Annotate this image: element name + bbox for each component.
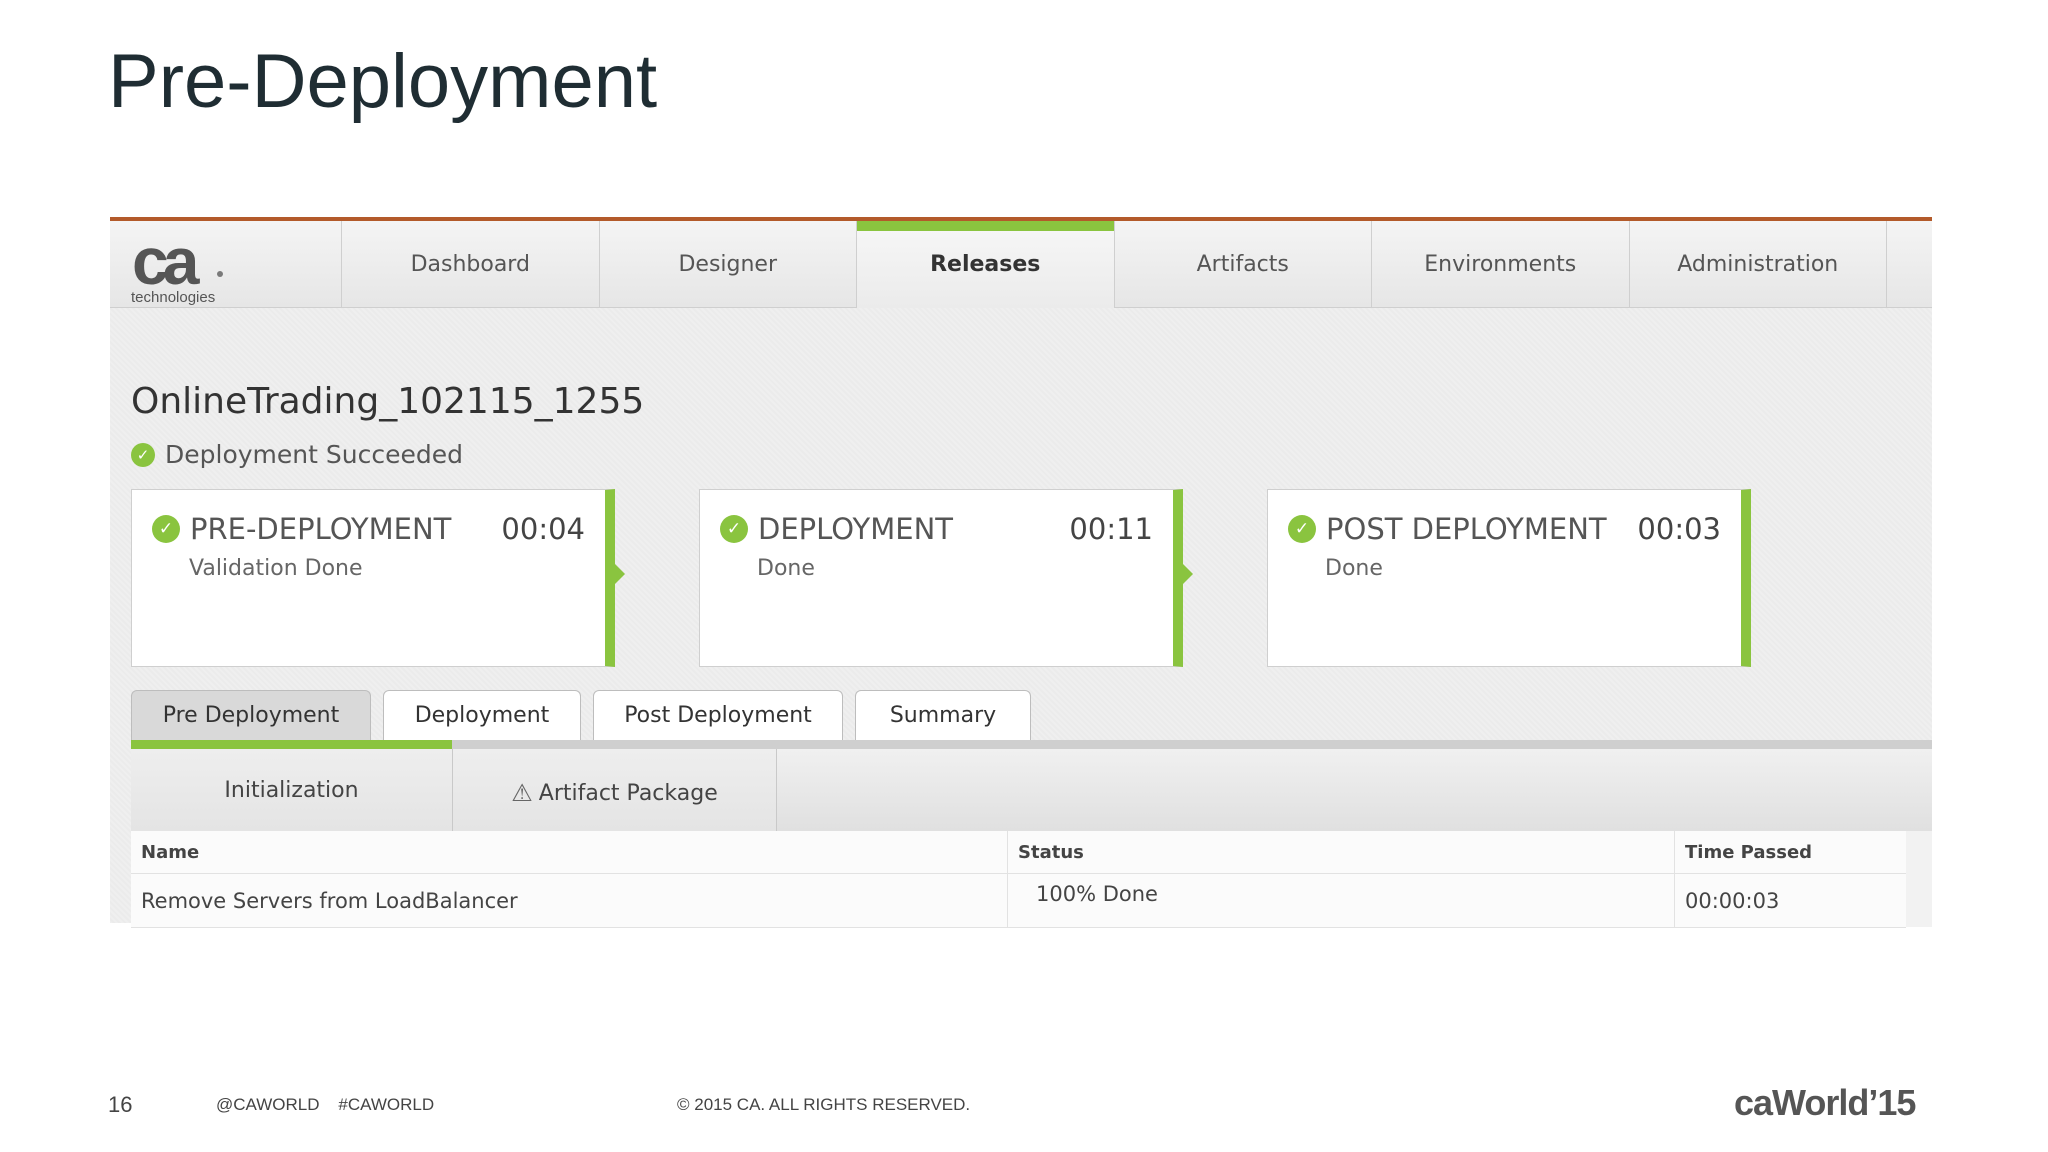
stage-subtitle: Done <box>757 556 815 581</box>
nav-environments[interactable]: Environments <box>1372 221 1630 308</box>
stage-title: PRE-DEPLOYMENT <box>190 512 452 546</box>
stage-card-pre-deployment[interactable]: ✓ PRE-DEPLOYMENT 00:04 Validation Done <box>131 489 625 667</box>
cell-status: 100% Done <box>1008 874 1675 927</box>
tab-summary[interactable]: Summary <box>855 690 1031 740</box>
tab-post-deployment[interactable]: Post Deployment <box>593 690 843 740</box>
column-header-name[interactable]: Name <box>131 831 1008 873</box>
logo-mark: ca <box>132 224 199 298</box>
phase-panel: Initialization ⚠ Artifact Package Name S… <box>131 740 1932 928</box>
cell-time: 00:00:03 <box>1685 888 1780 913</box>
brand-text: caWorld <box>1734 1082 1869 1123</box>
nav-designer[interactable]: Designer <box>600 221 857 308</box>
steps-table: Name Status Time Passed Remove Servers f… <box>131 831 1906 928</box>
stage-title: DEPLOYMENT <box>758 512 953 546</box>
warning-icon: ⚠ <box>511 779 533 807</box>
subtab-label: Artifact Package <box>538 780 718 806</box>
nav-dashboard[interactable]: Dashboard <box>342 221 600 308</box>
caworld-logo: caWorld’15 <box>1734 1082 1916 1124</box>
table-row[interactable]: Remove Servers from LoadBalancer 100% Do… <box>131 874 1906 928</box>
stage-time: 00:11 <box>1069 512 1153 546</box>
nav-administration[interactable]: Administration <box>1630 221 1887 308</box>
stage-header: ✓ POST DEPLOYMENT <box>1288 512 1607 546</box>
subtab-initialization[interactable]: Initialization <box>131 749 453 831</box>
copyright: © 2015 CA. ALL RIGHTS RESERVED. <box>677 1095 971 1114</box>
stage-header: ✓ PRE-DEPLOYMENT <box>152 512 451 546</box>
stage-subtitle: Validation Done <box>189 556 363 581</box>
subtab-artifact-package[interactable]: ⚠ Artifact Package <box>453 749 777 831</box>
stage-card-post-deployment[interactable]: ✓ POST DEPLOYMENT 00:03 Done <box>1267 489 1751 667</box>
top-navigation: ca technologies Dashboard Designer Relea… <box>110 221 1932 308</box>
stage-time: 00:04 <box>501 512 585 546</box>
column-header-status[interactable]: Status <box>1008 831 1675 873</box>
subtabs: Initialization ⚠ Artifact Package <box>131 749 1932 831</box>
table-header: Name Status Time Passed <box>131 831 1906 874</box>
phase-tabs: Pre Deployment Deployment Post Deploymen… <box>131 690 1031 740</box>
check-circle-icon: ✓ <box>720 515 748 543</box>
logo-dot <box>217 271 223 277</box>
stage-card-deployment[interactable]: ✓ DEPLOYMENT 00:11 Done <box>699 489 1193 667</box>
nav-releases[interactable]: Releases <box>857 221 1115 308</box>
stage-arrow-icon <box>615 564 625 584</box>
tab-deployment[interactable]: Deployment <box>383 690 581 740</box>
stage-time: 00:03 <box>1637 512 1721 546</box>
stage-arrow-icon <box>1183 564 1193 584</box>
deployment-status: ✓ Deployment Succeeded <box>131 440 463 469</box>
ca-logo[interactable]: ca technologies <box>110 221 342 308</box>
stage-header: ✓ DEPLOYMENT <box>720 512 953 546</box>
app-window: ca technologies Dashboard Designer Relea… <box>110 217 1932 928</box>
stage-subtitle: Done <box>1325 556 1383 581</box>
page-number: 16 <box>108 1092 133 1117</box>
nav-artifacts[interactable]: Artifacts <box>1115 221 1372 308</box>
brand-year: ’15 <box>1868 1082 1916 1123</box>
tab-pre-deployment[interactable]: Pre Deployment <box>131 690 371 740</box>
stage-title: POST DEPLOYMENT <box>1326 512 1607 546</box>
deployment-status-text: Deployment Succeeded <box>165 440 463 469</box>
social-handles: @CAWORLD #CAWORLD <box>216 1095 435 1114</box>
panel-divider <box>452 740 1932 749</box>
check-circle-icon: ✓ <box>152 515 180 543</box>
slide-title: Pre-Deployment <box>108 39 658 124</box>
release-title: OnlineTrading_102115_1255 <box>131 381 645 422</box>
logo-subtitle: technologies <box>131 289 216 306</box>
cell-name: Remove Servers from LoadBalancer <box>131 874 1008 927</box>
check-circle-icon: ✓ <box>1288 515 1316 543</box>
subtab-spacer <box>777 749 1932 831</box>
column-header-time[interactable]: Time Passed <box>1675 831 1906 873</box>
check-circle-icon: ✓ <box>131 442 155 467</box>
